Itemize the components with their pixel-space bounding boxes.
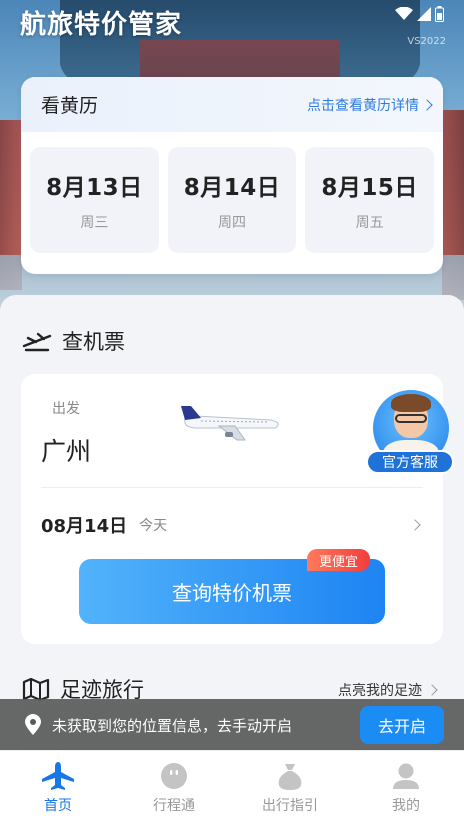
depart-city[interactable]: 广州 bbox=[41, 432, 91, 468]
status-bar bbox=[395, 6, 444, 22]
calendar-title: 看黄历 bbox=[41, 95, 99, 117]
signal-icon bbox=[417, 7, 431, 21]
avatar-glasses bbox=[395, 414, 427, 423]
tab-label: 我的 bbox=[392, 798, 420, 814]
location-banner: 未获取到您的位置信息，去手动开启 去开启 bbox=[0, 699, 464, 751]
depart-date: 08月14日 bbox=[41, 516, 128, 537]
itinerary-icon bbox=[161, 763, 187, 789]
calendar-day[interactable]: 8月15日 周五 bbox=[305, 147, 435, 253]
calendar-day[interactable]: 8月14日 周四 bbox=[167, 147, 297, 253]
cheaper-badge: 更便宜 bbox=[307, 549, 371, 571]
flight-section-title: 查机票 bbox=[22, 326, 125, 356]
calendar-date: 8月14日 bbox=[183, 175, 281, 201]
chevron-right-icon bbox=[426, 684, 438, 696]
airplane-takeoff-icon bbox=[22, 332, 52, 352]
calendar-header: 看黄历 点击查看黄历详情 bbox=[21, 77, 443, 132]
tab-home[interactable]: 首页 bbox=[0, 751, 116, 825]
calendar-weekday: 周三 bbox=[80, 215, 109, 231]
app-subtitle: VS2022 bbox=[407, 36, 446, 47]
chevron-right-icon bbox=[421, 98, 433, 111]
calendar-date: 8月13日 bbox=[46, 175, 143, 201]
map-icon bbox=[22, 677, 50, 701]
tab-label: 首页 bbox=[44, 798, 72, 814]
calendar-weekday: 周五 bbox=[355, 215, 384, 231]
enable-location-button[interactable]: 去开启 bbox=[360, 706, 444, 744]
app-title: 航旅特价管家 bbox=[20, 10, 183, 40]
calendar-detail-label: 点击查看黄历详情 bbox=[307, 97, 419, 114]
date-selector[interactable]: 08月14日 今天 bbox=[41, 512, 421, 538]
chevron-right-icon bbox=[409, 519, 421, 531]
tab-label: 出行指引 bbox=[262, 798, 318, 814]
calendar-day[interactable]: 8月13日 周三 bbox=[30, 147, 159, 253]
flight-section-label: 查机票 bbox=[62, 330, 125, 354]
location-banner-text: 未获取到您的位置信息，去手动开启 bbox=[52, 716, 293, 735]
battery-icon bbox=[435, 6, 444, 22]
depart-label: 出发 bbox=[52, 401, 80, 417]
calendar-detail-link[interactable]: 点击查看黄历详情 bbox=[307, 95, 433, 115]
calendar-weekday: 周四 bbox=[218, 215, 246, 231]
calendar-days: 8月13日 周三 8月14日 周四 8月15日 周五 bbox=[21, 132, 443, 253]
tab-profile[interactable]: 我的 bbox=[348, 751, 464, 825]
trail-link-label: 点亮我的足迹 bbox=[338, 683, 422, 699]
airplane-image bbox=[181, 406, 279, 441]
tab-itinerary[interactable]: 行程通 bbox=[116, 751, 232, 825]
trail-link[interactable]: 点亮我的足迹 bbox=[338, 680, 438, 700]
customer-service-button[interactable]: 官方客服 bbox=[366, 390, 456, 476]
divider bbox=[41, 487, 423, 488]
wifi-icon bbox=[395, 7, 413, 20]
location-pin-icon bbox=[25, 714, 41, 735]
calendar-date: 8月15日 bbox=[321, 175, 418, 201]
user-icon bbox=[393, 763, 419, 789]
bottom-tab-bar: 首页 行程通 出行指引 我的 bbox=[0, 750, 464, 825]
avatar-hair bbox=[391, 394, 431, 412]
customer-service-label: 官方客服 bbox=[366, 450, 454, 474]
bag-icon bbox=[278, 764, 302, 790]
plane-icon bbox=[42, 762, 74, 790]
date-tag: 今天 bbox=[139, 518, 168, 534]
tab-label: 行程通 bbox=[153, 798, 195, 814]
calendar-card: 看黄历 点击查看黄历详情 8月13日 周三 8月14日 周四 8月15日 周五 bbox=[21, 77, 443, 274]
tab-travel-guide[interactable]: 出行指引 bbox=[232, 751, 348, 825]
